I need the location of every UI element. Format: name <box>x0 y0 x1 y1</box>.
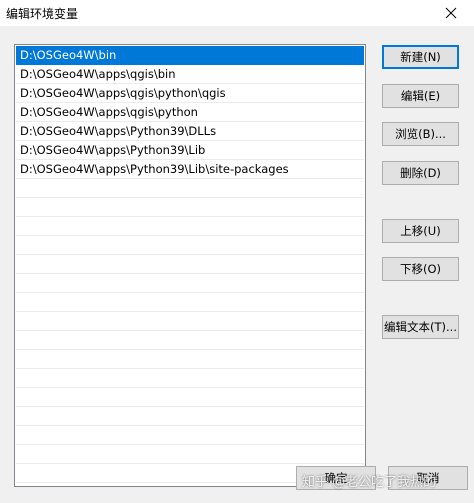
path-row[interactable]: D:\OSGeo4W\apps\Python39\Lib <box>16 141 364 160</box>
path-row[interactable]: D:\OSGeo4W\apps\qgis\python\qgis <box>16 84 364 103</box>
empty-row[interactable] <box>16 236 364 255</box>
empty-row[interactable] <box>16 274 364 293</box>
path-row[interactable]: D:\OSGeo4W\apps\qgis\bin <box>16 65 364 84</box>
path-row-text: D:\OSGeo4W\apps\qgis\python\qgis <box>20 86 226 100</box>
path-row-text: D:\OSGeo4W\apps\Python39\Lib\site-packag… <box>20 162 289 176</box>
empty-row[interactable] <box>16 217 364 236</box>
path-row-text: D:\OSGeo4W\apps\Python39\DLLs <box>20 124 217 138</box>
window-title: 编辑环境变量 <box>6 7 79 21</box>
edit-text-button[interactable]: 编辑文本(T)... <box>382 315 459 339</box>
empty-row[interactable] <box>16 407 364 426</box>
empty-row[interactable] <box>16 293 364 312</box>
empty-row[interactable] <box>16 350 364 369</box>
empty-row[interactable] <box>16 179 364 198</box>
path-row[interactable]: D:\OSGeo4W\apps\Python39\Lib\site-packag… <box>16 160 364 179</box>
empty-row[interactable] <box>16 388 364 407</box>
delete-button[interactable]: 删除(D) <box>382 161 459 185</box>
path-row-selected[interactable]: D:\OSGeo4W\bin <box>16 46 364 65</box>
new-button[interactable]: 新建(N) <box>382 45 459 69</box>
path-row[interactable]: D:\OSGeo4W\apps\qgis\python <box>16 103 364 122</box>
empty-row[interactable] <box>16 312 364 331</box>
empty-row[interactable] <box>16 198 364 217</box>
close-icon <box>445 7 457 19</box>
move-down-button[interactable]: 下移(O) <box>382 257 459 281</box>
browse-button[interactable]: 浏览(B)... <box>382 122 459 146</box>
path-row-text: D:\OSGeo4W\apps\qgis\bin <box>20 67 176 81</box>
path-row-text: D:\OSGeo4W\apps\Python39\Lib <box>20 143 206 157</box>
title-bar: 编辑环境变量 <box>0 0 474 26</box>
empty-row[interactable] <box>16 331 364 350</box>
empty-row[interactable] <box>16 445 364 464</box>
path-row[interactable]: D:\OSGeo4W\apps\Python39\DLLs <box>16 122 364 141</box>
path-list[interactable]: D:\OSGeo4W\bin D:\OSGeo4W\apps\qgis\bin … <box>14 44 366 487</box>
empty-row[interactable] <box>16 369 364 388</box>
path-row-text: D:\OSGeo4W\apps\qgis\python <box>20 105 198 119</box>
empty-row[interactable] <box>16 255 364 274</box>
watermark-text: 知乎 @老公吃了我热的 <box>302 475 437 490</box>
move-up-button[interactable]: 上移(U) <box>382 219 459 243</box>
close-button[interactable] <box>428 0 474 26</box>
path-row-text: D:\OSGeo4W\bin <box>20 48 117 62</box>
empty-row[interactable] <box>16 426 364 445</box>
edit-button[interactable]: 编辑(E) <box>382 84 459 108</box>
